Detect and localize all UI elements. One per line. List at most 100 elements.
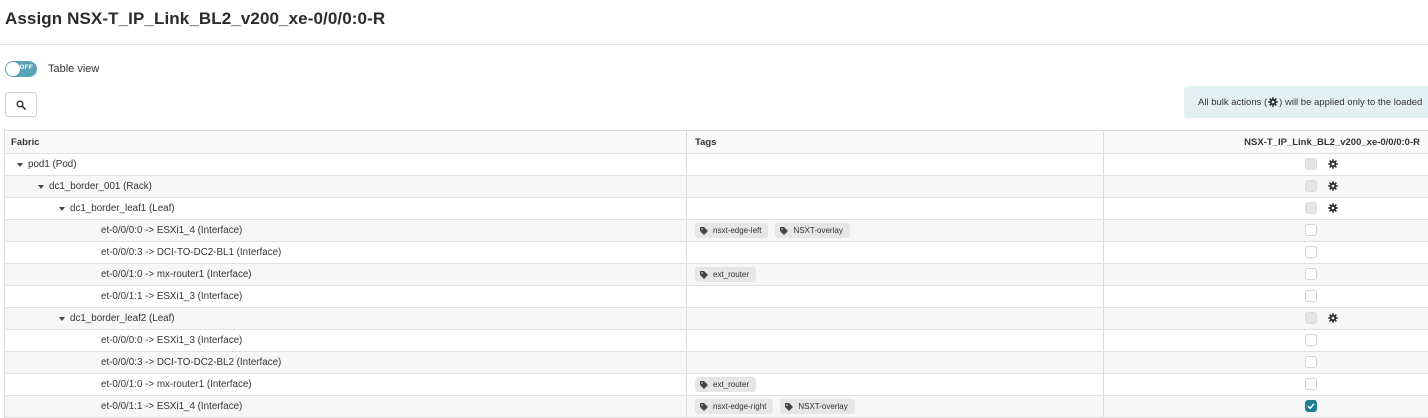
caret-down-icon[interactable] — [59, 316, 65, 321]
fabric-cell: et-0/0/1:0 -> mx-router1 (Interface) — [5, 374, 687, 395]
tags-cell: ext_router — [687, 264, 1104, 285]
tag-chip: NSXT-overlay — [780, 399, 855, 414]
fabric-node-label: dc1_border_leaf2 (Leaf) — [70, 313, 175, 324]
table-row: et-0/0/1:1 -> ESXi1_3 (Interface) — [5, 286, 1428, 308]
tag-label: ext_router — [713, 380, 750, 389]
fabric-cell: dc1_border_leaf1 (Leaf) — [5, 198, 687, 219]
fabric-node-label: pod1 (Pod) — [28, 159, 77, 170]
table-row: et-0/0/1:0 -> mx-router1 (Interface) ext_… — [5, 374, 1428, 396]
assignment-cell — [1104, 220, 1428, 241]
tags-cell — [687, 198, 1104, 219]
header-divider — [0, 44, 1428, 45]
toggle-label: Table view — [48, 63, 100, 75]
caret-down-icon[interactable] — [59, 206, 65, 211]
tags-cell: nsxt-edge-left NSXT-overlay — [687, 220, 1104, 241]
assign-checkbox[interactable] — [1305, 290, 1317, 302]
tags-cell — [687, 154, 1104, 175]
gear-icon[interactable] — [1328, 159, 1338, 169]
fabric-node-label: et-0/0/0:3 -> DCI-TO-DC2-BL2 (Interface) — [101, 357, 282, 368]
tag-icon — [780, 226, 789, 235]
fabric-cell: dc1_border_001 (Rack) — [5, 176, 687, 197]
caret-down-icon[interactable] — [38, 184, 44, 189]
notice-text-before: All bulk actions ( — [1198, 96, 1268, 108]
checkmark-icon — [1307, 403, 1315, 410]
table-row: et-0/0/0:3 -> DCI-TO-DC2-BL1 (Interface) — [5, 242, 1428, 264]
tags-cell — [687, 176, 1104, 197]
notice-text-after: ) will be applied only to the loaded — [1279, 96, 1423, 108]
assign-checkbox[interactable] — [1305, 400, 1317, 412]
table-view-toggle-row: OFF Table view — [5, 60, 99, 78]
assignment-cell — [1104, 374, 1428, 395]
toggle-knob — [6, 62, 20, 76]
caret-down-icon[interactable] — [17, 162, 23, 167]
tag-label: ext_router — [713, 270, 750, 279]
tag-chip: ext_router — [695, 267, 757, 282]
fabric-node-label: et-0/0/1:0 -> mx-router1 (Interface) — [101, 269, 252, 280]
table-row: et-0/0/0:0 -> ESXi1_3 (Interface) — [5, 330, 1428, 352]
gear-icon — [1268, 97, 1278, 107]
tags-cell: nsxt-edge-right NSXT-overlay — [687, 396, 1104, 417]
tags-cell — [687, 286, 1104, 307]
table-header-row: Fabric Tags NSX-T_IP_Link_BL2_v200_xe-0/… — [5, 131, 1428, 154]
assign-checkbox[interactable] — [1305, 356, 1317, 368]
search-icon — [16, 100, 26, 110]
gear-icon[interactable] — [1328, 181, 1338, 191]
table-row: dc1_border_leaf1 (Leaf) — [5, 198, 1428, 220]
tag-label: NSXT-overlay — [793, 226, 843, 235]
fabric-cell: dc1_border_leaf2 (Leaf) — [5, 308, 687, 329]
fabric-node-label: et-0/0/0:3 -> DCI-TO-DC2-BL1 (Interface) — [101, 247, 282, 258]
tags-cell — [687, 242, 1104, 263]
tag-chip: ext_router — [695, 377, 757, 392]
table-view-toggle[interactable]: OFF — [5, 61, 37, 77]
assign-checkbox[interactable] — [1305, 268, 1317, 280]
column-header-fabric[interactable]: Fabric — [5, 131, 687, 153]
page-title: Assign NSX-T_IP_Link_BL2_v200_xe-0/0/0:0… — [5, 9, 386, 28]
fabric-node-label: et-0/0/0:0 -> ESXi1_3 (Interface) — [101, 335, 243, 346]
assign-checkbox[interactable] — [1305, 334, 1317, 346]
assign-checkbox — [1305, 158, 1317, 170]
tag-label: nsxt-edge-right — [713, 402, 767, 411]
assign-checkbox — [1305, 312, 1317, 324]
tags-cell — [687, 330, 1104, 351]
tags-cell — [687, 352, 1104, 373]
fabric-cell: et-0/0/0:3 -> DCI-TO-DC2-BL1 (Interface) — [5, 242, 687, 263]
fabric-cell: et-0/0/1:0 -> mx-router1 (Interface) — [5, 264, 687, 285]
tags-cell: ext_router — [687, 374, 1104, 395]
fabric-cell: pod1 (Pod) — [5, 154, 687, 175]
fabric-node-label: dc1_border_001 (Rack) — [49, 181, 152, 192]
tag-chip: nsxt-edge-left — [695, 223, 769, 238]
fabric-node-label: et-0/0/0:0 -> ESXi1_4 (Interface) — [101, 225, 243, 236]
assign-checkbox[interactable] — [1305, 224, 1317, 236]
fabric-node-label: et-0/0/1:1 -> ESXi1_3 (Interface) — [101, 291, 243, 302]
assignment-cell — [1104, 286, 1428, 307]
tag-label: nsxt-edge-left — [713, 226, 762, 235]
table-row: dc1_border_leaf2 (Leaf) — [5, 308, 1428, 330]
toggle-state: OFF — [19, 64, 33, 71]
assignment-cell — [1104, 154, 1428, 175]
fabric-node-label: et-0/0/1:1 -> ESXi1_4 (Interface) — [101, 401, 243, 412]
fabric-node-label: et-0/0/1:0 -> mx-router1 (Interface) — [101, 379, 252, 390]
tag-chip: nsxt-edge-right — [695, 399, 774, 414]
table-row: et-0/0/0:0 -> ESXi1_4 (Interface) nsxt-ed… — [5, 220, 1428, 242]
gear-icon[interactable] — [1328, 313, 1338, 323]
assignment-cell — [1104, 308, 1428, 329]
fabric-cell: et-0/0/0:3 -> DCI-TO-DC2-BL2 (Interface) — [5, 352, 687, 373]
column-header-tags[interactable]: Tags — [687, 131, 1104, 153]
assign-checkbox[interactable] — [1305, 378, 1317, 390]
search-button[interactable] — [5, 92, 37, 117]
table-row: et-0/0/1:0 -> mx-router1 (Interface) ext_… — [5, 264, 1428, 286]
assign-checkbox — [1305, 180, 1317, 192]
fabric-cell: et-0/0/0:0 -> ESXi1_4 (Interface) — [5, 220, 687, 241]
tag-icon — [700, 380, 708, 389]
table-row: dc1_border_001 (Rack) — [5, 176, 1428, 198]
tag-icon — [785, 402, 794, 411]
table-row: pod1 (Pod) — [5, 154, 1428, 176]
assign-checkbox[interactable] — [1305, 246, 1317, 258]
assign-checkbox — [1305, 202, 1317, 214]
assignment-cell — [1104, 176, 1428, 197]
tags-cell — [687, 308, 1104, 329]
gear-icon[interactable] — [1328, 203, 1338, 213]
assignment-cell — [1104, 242, 1428, 263]
column-header-assignment[interactable]: NSX-T_IP_Link_BL2_v200_xe-0/0/0:0-R — [1104, 131, 1428, 153]
fabric-cell: et-0/0/0:0 -> ESXi1_3 (Interface) — [5, 330, 687, 351]
